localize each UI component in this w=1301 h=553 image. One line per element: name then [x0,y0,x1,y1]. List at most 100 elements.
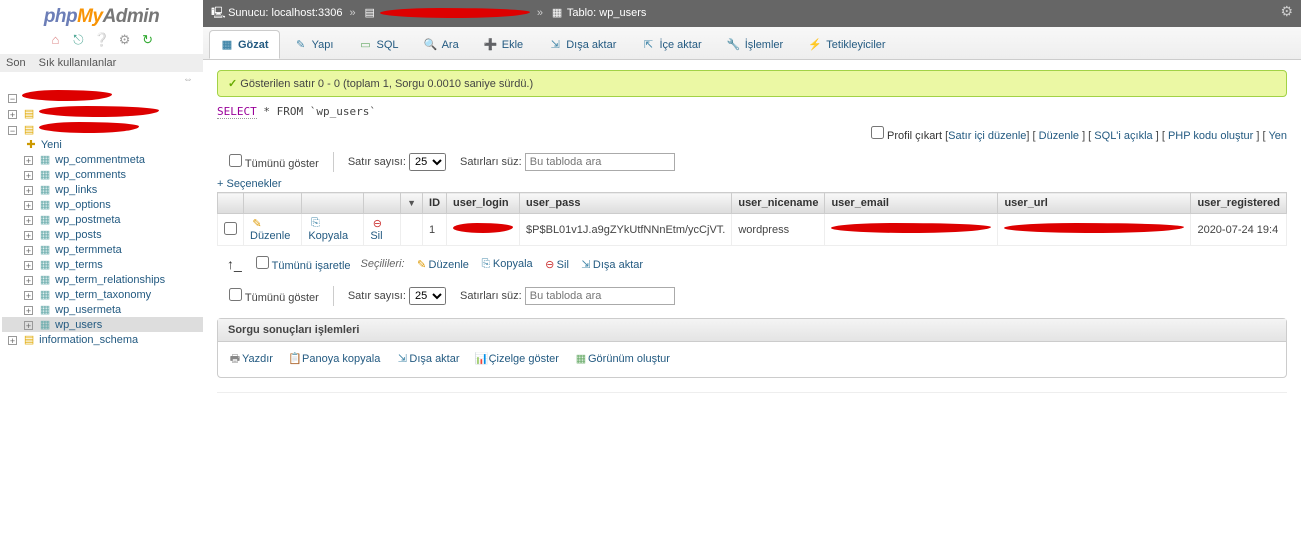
docs-icon[interactable]: ❔ [94,32,110,48]
explain-link[interactable]: SQL'i açıkla [1094,130,1152,142]
plus-icon[interactable]: + [24,261,33,270]
plus-icon[interactable]: + [8,110,17,119]
col-id[interactable]: ID [423,193,447,214]
tree-server[interactable]: − [2,89,203,105]
col-user-login[interactable]: user_login [447,193,520,214]
row-checkbox[interactable] [224,222,237,235]
bulk-copy[interactable]: ⎘Kopyala [479,258,533,271]
gear-icon[interactable]: ⚙ [1280,3,1293,20]
tree-table[interactable]: + ▦ wp_links [2,182,203,197]
bulk-export[interactable]: ⇲Dışa aktar [579,258,643,271]
plus-icon[interactable]: + [24,291,33,300]
bc-server[interactable]: localhost:3306 [272,7,343,19]
tab-export[interactable]: ⇲Dışa aktar [537,30,627,58]
tab-browse[interactable]: ▦Gözat [209,30,280,59]
recent-label[interactable]: Son [6,57,26,69]
showall-checkbox[interactable] [229,288,242,301]
tab-operations[interactable]: 🔧İşlemler [716,30,795,58]
tree-table[interactable]: + ▦ wp_term_relationships [2,272,203,287]
logo[interactable]: phpMyAdmin [0,0,203,30]
plus-icon[interactable]: + [24,156,33,165]
print-link[interactable]: 🖶Yazdır [228,353,273,365]
cell-user-url[interactable] [998,214,1191,246]
tree-table[interactable]: + ▦ wp_commentmeta [2,152,203,167]
bulk-delete[interactable]: ⊖Sil [543,258,569,271]
favorites-label[interactable]: Sık kullanılanlar [39,57,117,69]
col-user-registered[interactable]: user_registered [1191,193,1287,214]
clipboard-link[interactable]: 📋Panoya kopyala [288,353,380,365]
minus-icon[interactable]: − [8,94,17,103]
tree-table-selected[interactable]: + ▦ wp_users [2,317,203,332]
minus-icon[interactable]: − [8,126,17,135]
bc-table[interactable]: wp_users [599,7,646,19]
col-user-url[interactable]: user_url [998,193,1191,214]
php-link[interactable]: PHP kodu oluştur [1168,130,1253,142]
row-edit[interactable]: ✎Düzenle [250,218,290,242]
settings-icon[interactable]: ⚙ [117,32,133,48]
plus-icon[interactable]: + [24,306,33,315]
reload-icon[interactable]: ↻ [140,32,156,48]
refresh-link[interactable]: Yen [1268,130,1287,142]
plus-icon[interactable]: + [24,276,33,285]
sort-dropdown[interactable]: ▼ [401,193,423,214]
cell-user-registered[interactable]: 2020-07-24 19:4 [1191,214,1287,246]
tab-search[interactable]: 🔍Ara [413,30,470,58]
tree-table[interactable]: + ▦ wp_term_taxonomy [2,287,203,302]
tree-db-1[interactable]: + ▤ [2,105,203,121]
tab-insert[interactable]: ➕Ekle [473,30,534,58]
inline-edit-link[interactable]: Satır içi düzenle [948,130,1026,142]
tree-table[interactable]: + ▦ wp_termmeta [2,242,203,257]
plus-icon[interactable]: + [24,246,33,255]
tree-table[interactable]: + ▦ wp_usermeta [2,302,203,317]
tree-table[interactable]: + ▦ wp_options [2,197,203,212]
tree-db-2[interactable]: − ▤ [2,121,203,137]
plus-icon[interactable]: + [8,336,17,345]
tab-import[interactable]: ⇱İçe aktar [630,30,712,58]
tab-structure[interactable]: ✎Yapı [283,30,345,58]
tree-table[interactable]: + ▦ wp_terms [2,257,203,272]
home-icon[interactable]: ⌂ [47,32,63,48]
cell-user-nicename[interactable]: wordpress [732,214,825,246]
cell-user-pass[interactable]: $P$BL01v1J.a9gZYkUtfNNnEtm/ycCjVT. [520,214,732,246]
profile-checkbox[interactable] [871,126,884,139]
tree-info-schema[interactable]: + ▤ information_schema [2,332,203,347]
tree-table[interactable]: + ▦ wp_comments [2,167,203,182]
plus-icon[interactable]: + [24,231,33,240]
tree-table[interactable]: + ▦ wp_postmeta [2,212,203,227]
logout-icon[interactable]: ⎋ [70,32,86,48]
col-user-nicename[interactable]: user_nicename [732,193,825,214]
cell-user-email[interactable] [825,214,998,246]
showall-checkbox[interactable] [229,154,242,167]
table-label: wp_termmeta [55,244,122,256]
rows-select[interactable]: 25 [409,287,446,305]
options-toggle[interactable]: + Seçenekler [217,178,1287,190]
collapse-handle[interactable]: ⇔ [0,72,203,85]
plus-icon[interactable]: + [24,171,33,180]
plus-icon[interactable]: + [24,321,33,330]
tab-sql[interactable]: ▭SQL [348,30,410,58]
rows-select[interactable]: 25 [409,153,446,171]
col-user-email[interactable]: user_email [825,193,998,214]
checkall-checkbox[interactable] [256,256,269,269]
query-links: Profil çıkart [Satır içi düzenle] [ Düze… [217,126,1287,142]
row-delete[interactable]: ⊖Sil [370,218,384,242]
checkall-label[interactable]: Tümünü işaretle [272,260,351,272]
nav-icon-bar: ⌂ ⎋ ❔ ⚙ ↻ [0,30,203,54]
filter-input[interactable] [525,153,675,171]
row-copy[interactable]: ⎘Kopyala [308,217,348,242]
plus-icon[interactable]: + [24,201,33,210]
cell-user-login[interactable] [447,214,520,246]
plus-icon[interactable]: + [24,216,33,225]
ops-export-link[interactable]: ⇲Dışa aktar [395,353,459,365]
filter-input[interactable] [525,287,675,305]
cell-id[interactable]: 1 [423,214,447,246]
bulk-edit[interactable]: ✎Düzenle [415,258,469,271]
edit-link[interactable]: Düzenle [1039,130,1079,142]
col-user-pass[interactable]: user_pass [520,193,732,214]
view-link[interactable]: ▦Görünüm oluştur [574,353,670,365]
tree-table[interactable]: + ▦ wp_posts [2,227,203,242]
chart-link[interactable]: 📊Çizelge göster [475,353,559,365]
tree-new[interactable]: ✚ Yeni [2,137,203,152]
plus-icon[interactable]: + [24,186,33,195]
tab-triggers[interactable]: ⚡Tetikleyiciler [797,30,896,58]
